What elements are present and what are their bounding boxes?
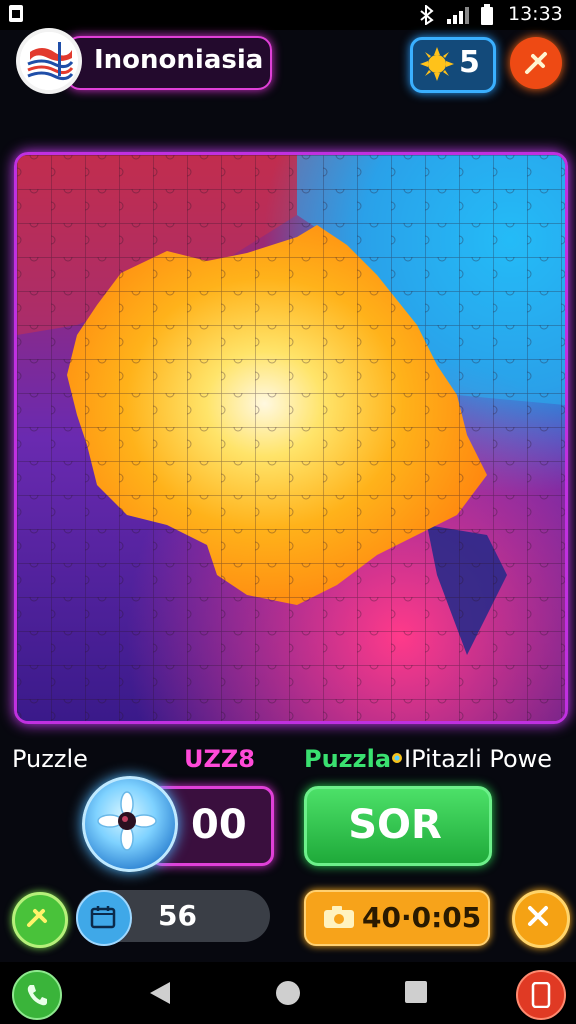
page-title: Inononiasia <box>94 45 264 75</box>
coin-count: 5 <box>459 45 480 80</box>
status-time: 13:33 <box>508 3 563 25</box>
coin-counter[interactable]: 5 <box>410 37 496 93</box>
hammer-button[interactable] <box>510 37 562 89</box>
puzzle-image[interactable] <box>17 155 565 721</box>
sor-button-label: SOR <box>348 802 442 848</box>
close-icon <box>528 906 548 926</box>
moves-value: 56 <box>158 899 197 932</box>
calendar-icon <box>90 906 116 929</box>
sim-card-icon <box>9 5 23 22</box>
edit-button[interactable] <box>12 892 68 948</box>
power-label: IPitazli Powe <box>404 745 553 773</box>
home-icon[interactable] <box>275 980 301 1006</box>
timer-value: 40·0:05 <box>362 901 482 934</box>
close-button[interactable] <box>512 890 570 948</box>
gem-icon <box>392 753 402 763</box>
camera-icon <box>324 906 354 928</box>
timer-pill: 40·0:05 <box>304 890 490 946</box>
flower-icon <box>97 791 157 851</box>
phone-button[interactable] <box>12 970 62 1020</box>
score-value: 00 <box>191 802 247 848</box>
battery-icon <box>481 4 493 25</box>
phone-device-icon <box>531 982 551 1008</box>
hammer-icon <box>525 52 547 74</box>
sor-button[interactable]: SOR <box>304 786 492 866</box>
bluetooth-icon <box>420 5 434 25</box>
signal-icon <box>447 7 469 24</box>
puzzle-board[interactable] <box>14 152 568 724</box>
status-bar: 13:33 <box>0 0 576 30</box>
recents-icon[interactable] <box>404 980 428 1004</box>
app-switch-button[interactable] <box>516 970 566 1020</box>
puzzle-mode-label: Puzzla <box>304 745 392 773</box>
phone-icon <box>27 985 47 1006</box>
sun-icon <box>420 47 454 81</box>
calendar-button[interactable] <box>76 890 132 946</box>
puzzle-label: Puzzle <box>12 745 88 773</box>
puzzle-code-label: UZZ8 <box>184 745 255 773</box>
hammer-icon <box>27 909 47 927</box>
hint-button[interactable] <box>82 776 178 872</box>
back-icon[interactable] <box>148 980 172 1006</box>
flag-icon[interactable] <box>20 32 78 90</box>
